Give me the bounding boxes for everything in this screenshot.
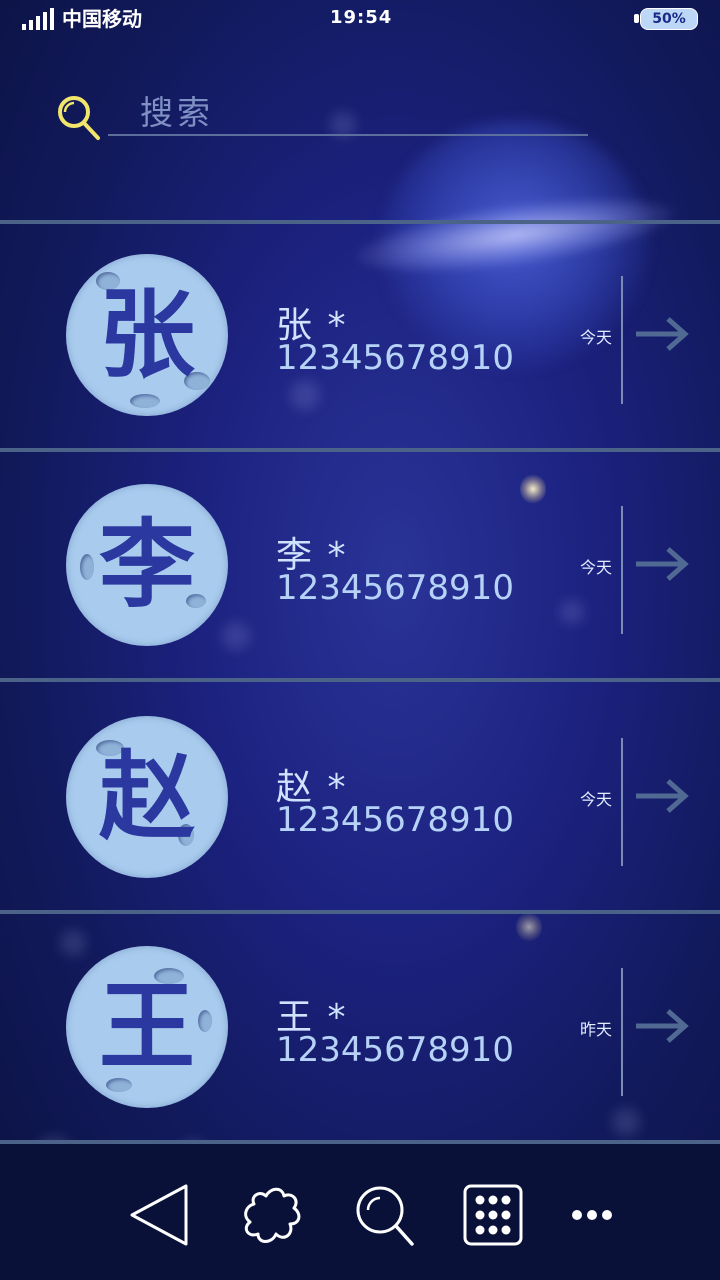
puzzle-icon[interactable] — [240, 1182, 306, 1248]
contact-item[interactable]: 张 张 * 12345678910 今天 — [0, 224, 720, 452]
avatar: 王 — [66, 946, 228, 1108]
contact-phone: 12345678910 — [276, 568, 514, 608]
vertical-divider — [621, 968, 623, 1096]
battery-icon — [634, 14, 639, 23]
more-icon[interactable] — [560, 1182, 626, 1248]
search-underline — [108, 134, 588, 136]
search-input[interactable]: 搜索 — [140, 86, 214, 134]
arrow-right-icon[interactable] — [634, 778, 690, 814]
contact-phone: 12345678910 — [276, 338, 514, 378]
search-icon[interactable] — [352, 1182, 418, 1248]
list-divider — [0, 910, 720, 914]
list-divider — [0, 448, 720, 452]
contact-item[interactable]: 王 王 * 12345678910 昨天 — [0, 916, 720, 1144]
avatar-initial: 张 — [99, 279, 195, 391]
vertical-divider — [621, 276, 623, 404]
arrow-right-icon[interactable] — [634, 1008, 690, 1044]
bottom-nav — [0, 1144, 720, 1280]
vertical-divider — [621, 738, 623, 866]
contact-date: 今天 — [580, 328, 613, 347]
list-divider — [0, 678, 720, 682]
battery-indicator: 50% — [634, 8, 698, 30]
contact-phone: 12345678910 — [276, 1030, 514, 1070]
arrow-right-icon[interactable] — [634, 546, 690, 582]
search-bar[interactable]: 搜索 — [56, 86, 596, 146]
search-icon[interactable] — [56, 94, 104, 144]
arrow-right-icon[interactable] — [634, 316, 690, 352]
signal-icon — [22, 8, 54, 30]
clock: 19:54 — [330, 7, 393, 28]
contact-phone: 12345678910 — [276, 800, 514, 840]
avatar-initial: 李 — [99, 509, 195, 621]
contact-date: 昨天 — [580, 1020, 613, 1039]
contact-date: 今天 — [580, 558, 613, 577]
contact-item[interactable]: 李 李 * 12345678910 今天 — [0, 454, 720, 682]
contact-date: 今天 — [580, 790, 613, 809]
vertical-divider — [621, 506, 623, 634]
carrier-label: 中国移动 — [62, 7, 142, 31]
avatar-initial: 赵 — [99, 741, 195, 853]
contact-item[interactable]: 赵 赵 * 12345678910 今天 — [0, 686, 720, 914]
avatar: 赵 — [66, 716, 228, 878]
status-bar: 中国移动 19:54 50% — [0, 0, 720, 40]
avatar: 李 — [66, 484, 228, 646]
apps-grid-icon[interactable] — [460, 1182, 526, 1248]
back-icon[interactable] — [124, 1182, 190, 1248]
avatar: 张 — [66, 254, 228, 416]
avatar-initial: 王 — [99, 971, 195, 1083]
battery-level: 50% — [640, 8, 698, 30]
